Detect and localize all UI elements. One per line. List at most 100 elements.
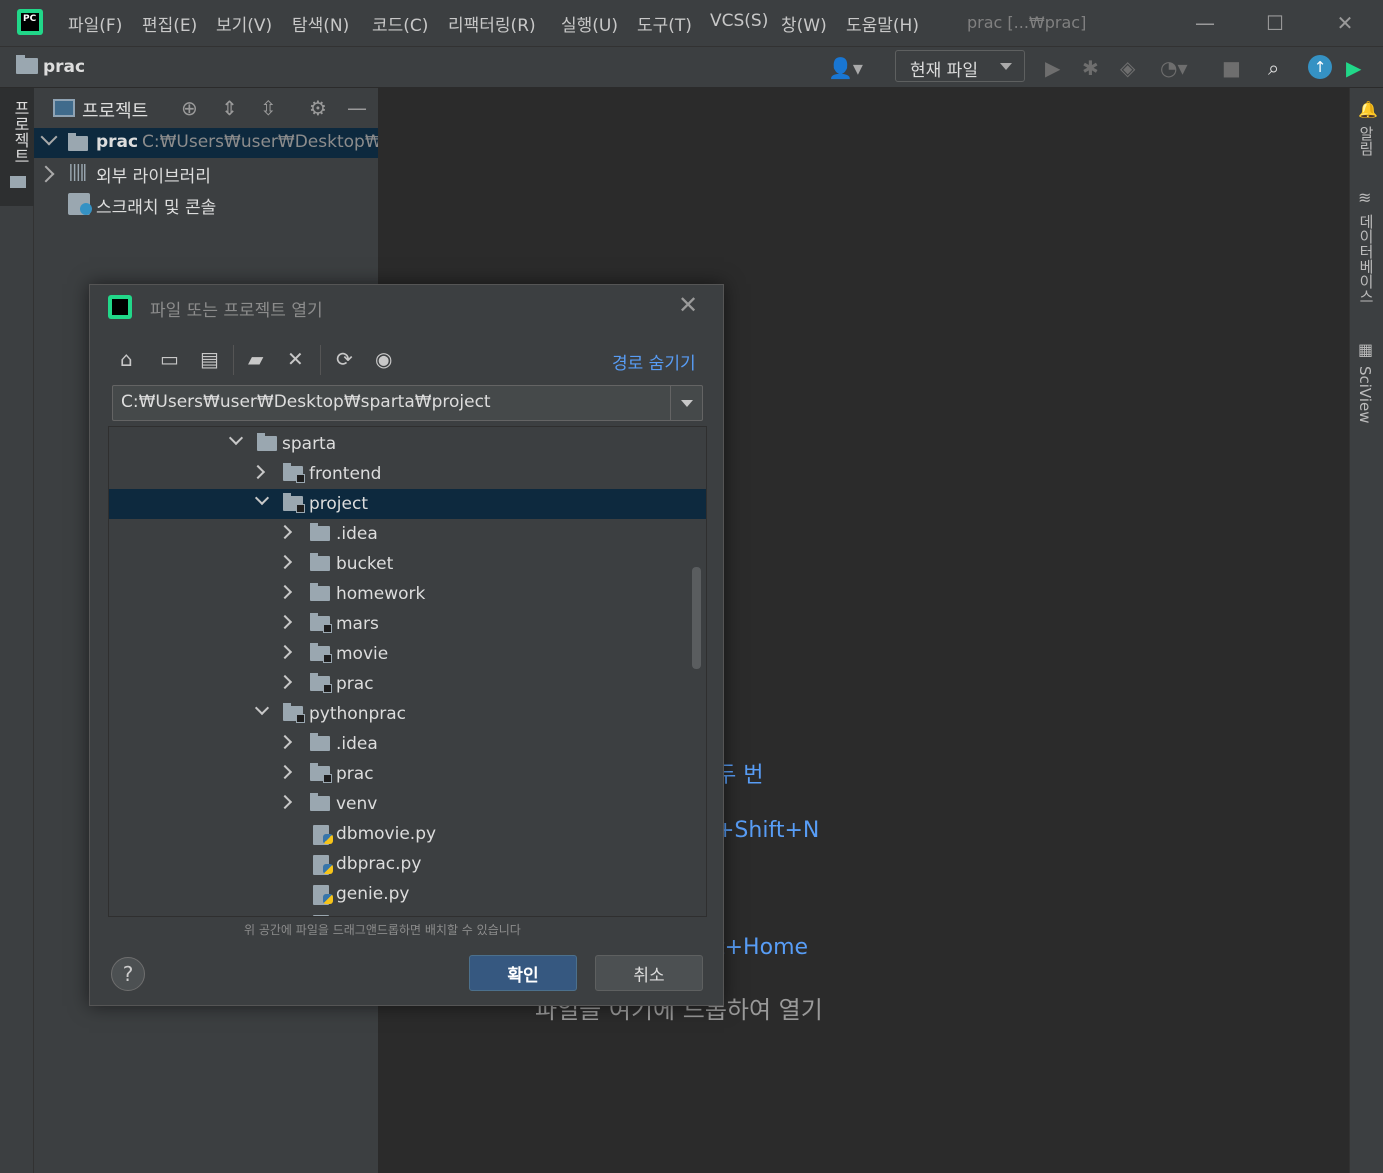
tree-row[interactable] [109, 909, 706, 916]
project-folder-icon[interactable]: ▤ [200, 347, 219, 371]
path-combobox[interactable] [112, 385, 703, 421]
folder-icon [257, 433, 277, 451]
python-file-icon [313, 825, 333, 845]
tree-row[interactable]: sparta [109, 429, 706, 459]
tree-row[interactable]: bucket [109, 549, 706, 579]
debug-icon[interactable]: ✱ [1082, 56, 1099, 80]
tree-row[interactable]: pythonprac [109, 699, 706, 729]
chevron-down-icon[interactable] [228, 430, 244, 446]
chevron-right-icon[interactable] [277, 644, 293, 660]
user-icon[interactable]: 👤▾ [828, 56, 863, 80]
menu-window[interactable]: 창(W) [781, 11, 827, 36]
module-folder-icon [310, 763, 332, 783]
chevron-right-icon[interactable] [277, 794, 293, 810]
menu-code[interactable]: 코드(C) [372, 11, 428, 36]
home-icon[interactable]: ⌂ [120, 347, 133, 371]
cancel-button[interactable]: 취소 [595, 955, 703, 991]
tree-row[interactable]: dbmovie.py [109, 819, 706, 849]
folder-icon [310, 523, 330, 541]
minimize-icon[interactable]: — [1190, 8, 1220, 38]
chevron-right-icon[interactable] [277, 674, 293, 690]
close-icon[interactable]: ✕ [1330, 8, 1360, 38]
dialog-title: 파일 또는 프로젝트 열기 [150, 301, 323, 321]
help-button[interactable]: ? [111, 957, 145, 991]
tree-row[interactable]: prac [109, 759, 706, 789]
open-file-dialog: 파일 또는 프로젝트 열기 ✕ ⌂ ▭ ▤ ▰ ✕ ⟳ ◉ 경로 숨기기 spa… [89, 284, 724, 1006]
menu-refactor[interactable]: 리팩터링(R) [448, 11, 536, 36]
tree-row[interactable]: venv [109, 789, 706, 819]
notifications-tab[interactable]: 알림 [1356, 126, 1377, 156]
tree-row[interactable]: .idea [109, 729, 706, 759]
menu-view[interactable]: 보기(V) [216, 11, 272, 36]
gear-icon[interactable]: ⚙ [309, 96, 327, 120]
menu-run[interactable]: 실행(U) [561, 11, 618, 36]
tree-row[interactable]: homework [109, 579, 706, 609]
update-icon[interactable]: ↑ [1308, 55, 1332, 79]
project-tool-tab[interactable]: 프로젝트 [0, 88, 34, 206]
folder-icon [10, 176, 26, 188]
tree-row[interactable]: .idea [109, 519, 706, 549]
profile-icon[interactable]: ◔▾ [1160, 56, 1188, 80]
chevron-right-icon[interactable] [37, 165, 55, 183]
hide-path-link[interactable]: 경로 숨기기 [612, 349, 696, 374]
chevron-down-icon[interactable] [254, 700, 270, 716]
menu-edit[interactable]: 편집(E) [142, 11, 197, 36]
chevron-right-icon[interactable] [277, 524, 293, 540]
delete-icon[interactable]: ✕ [287, 347, 304, 371]
bell-icon[interactable]: 🔔 [1358, 100, 1378, 119]
file-tree[interactable]: sparta frontend project .idea bucket hom… [108, 426, 707, 917]
tree-item-scratches[interactable]: 스크래치 및 콘솔 [34, 191, 378, 221]
stop-icon[interactable]: ■ [1222, 56, 1241, 80]
tree-row[interactable]: genie.py [109, 879, 706, 909]
desktop-icon[interactable]: ▭ [160, 347, 179, 371]
database-icon[interactable]: ≋ [1358, 188, 1371, 207]
close-icon[interactable]: ✕ [678, 291, 698, 319]
hide-icon[interactable]: — [347, 96, 367, 120]
path-input[interactable] [121, 392, 661, 412]
sciview-tab[interactable]: SciView [1356, 366, 1374, 424]
chevron-right-icon[interactable] [250, 464, 266, 480]
database-tab[interactable]: 데이터베이스 [1356, 214, 1377, 304]
chevron-right-icon[interactable] [277, 764, 293, 780]
tree-row[interactable]: mars [109, 609, 706, 639]
new-folder-icon[interactable]: ▰ [248, 347, 263, 371]
tree-row[interactable]: dbprac.py [109, 849, 706, 879]
breadcrumb-project[interactable]: prac [43, 57, 85, 77]
menu-navigate[interactable]: 탐색(N) [292, 11, 349, 36]
run-config-select[interactable]: 현재 파일 [895, 50, 1025, 82]
tree-row[interactable]: prac [109, 669, 706, 699]
refresh-icon[interactable]: ⟳ [336, 347, 353, 371]
collapse-all-icon[interactable]: ⇳ [260, 96, 277, 120]
chevron-down-icon[interactable] [40, 128, 58, 146]
python-file-icon [313, 855, 333, 875]
code-with-me-icon[interactable]: ▶ [1346, 56, 1361, 80]
tree-item-root[interactable]: prac C:₩Users₩user₩Desktop₩sp [34, 128, 401, 158]
tree-row-selected[interactable]: project [109, 489, 706, 519]
panel-title[interactable]: 프로젝트 [82, 97, 148, 123]
expand-all-icon[interactable]: ⇕ [221, 96, 238, 120]
menu-help[interactable]: 도움말(H) [846, 11, 919, 36]
show-hidden-icon[interactable]: ◉ [375, 347, 392, 371]
chevron-right-icon[interactable] [277, 614, 293, 630]
sciview-icon[interactable]: ▦ [1358, 340, 1373, 359]
menu-vcs[interactable]: VCS(S) [710, 11, 768, 31]
tree-row[interactable]: movie [109, 639, 706, 669]
scrollbar[interactable] [692, 567, 701, 669]
chevron-right-icon[interactable] [277, 554, 293, 570]
module-folder-icon [310, 673, 332, 693]
chevron-right-icon[interactable] [277, 734, 293, 750]
ok-button[interactable]: 확인 [469, 955, 577, 991]
tree-item-external-libraries[interactable]: |||‖ 외부 라이브러리 [34, 160, 378, 190]
tree-row[interactable]: frontend [109, 459, 706, 489]
run-icon[interactable]: ▶ [1045, 56, 1060, 80]
chevron-right-icon[interactable] [277, 584, 293, 600]
coverage-icon[interactable]: ◈ [1120, 56, 1135, 80]
maximize-icon[interactable]: ☐ [1260, 8, 1290, 38]
locate-icon[interactable]: ⊕ [181, 96, 198, 120]
search-icon[interactable]: ⌕ [1268, 56, 1279, 80]
chevron-down-icon[interactable] [254, 490, 270, 506]
folder-icon [310, 583, 330, 601]
menu-tools[interactable]: 도구(T) [637, 11, 692, 36]
chevron-down-icon[interactable] [670, 386, 703, 420]
menu-file[interactable]: 파일(F) [68, 11, 122, 36]
